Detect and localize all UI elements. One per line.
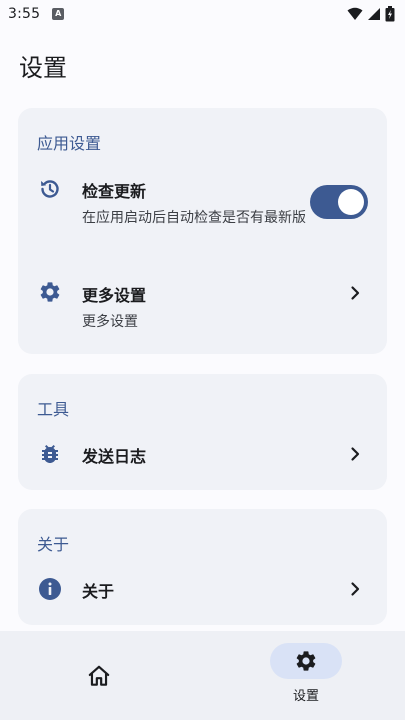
tools-header: 工具 xyxy=(37,400,70,419)
gear-icon xyxy=(296,651,316,671)
about-card: 关于 关于 xyxy=(18,509,387,625)
check-update-subtitle: 在应用启动后自动检查是否有最新版 xyxy=(82,210,306,226)
check-update-title: 检查更新 xyxy=(82,182,147,201)
tools-card: 工具 发送日志 xyxy=(18,374,387,490)
nav-settings-button[interactable] xyxy=(270,643,342,679)
send-log-title: 发送日志 xyxy=(82,447,147,466)
gear-icon xyxy=(40,282,60,302)
cellular-signal-icon xyxy=(368,8,380,20)
page-title: 设置 xyxy=(19,54,67,82)
send-log-row[interactable]: 发送日志 xyxy=(18,436,387,472)
status-time: 3:55 xyxy=(8,6,41,22)
bottom-navigation: 设置 xyxy=(0,631,405,720)
app-settings-header: 应用设置 xyxy=(37,134,102,153)
bug-icon xyxy=(42,445,58,463)
about-row[interactable]: 关于 xyxy=(18,571,387,607)
chevron-right-icon xyxy=(351,286,360,300)
chevron-right-icon xyxy=(351,582,360,596)
status-indicators xyxy=(347,6,395,22)
more-settings-title: 更多设置 xyxy=(82,286,147,305)
check-update-toggle[interactable] xyxy=(310,185,368,219)
chevron-right-icon xyxy=(351,447,360,461)
notification-a-icon: A xyxy=(52,8,65,20)
about-title: 关于 xyxy=(82,582,115,601)
more-settings-row[interactable]: 更多设置 更多设置 xyxy=(18,278,387,338)
app-settings-card: 应用设置 检查更新 在应用启动后自动检查是否有最新版 更多设置 更多设置 xyxy=(18,108,387,354)
home-icon[interactable] xyxy=(86,663,112,689)
status-bar: 3:55 A xyxy=(0,0,405,28)
nav-settings-label[interactable]: 设置 xyxy=(270,685,342,704)
check-update-row[interactable]: 检查更新 在应用启动后自动检查是否有最新版 xyxy=(18,170,387,260)
info-icon xyxy=(39,578,61,600)
about-header: 关于 xyxy=(37,535,70,554)
update-history-icon xyxy=(41,180,59,198)
more-settings-subtitle: 更多设置 xyxy=(82,314,138,330)
battery-icon xyxy=(385,6,395,22)
wifi-icon xyxy=(347,7,363,20)
toggle-knob xyxy=(338,189,364,215)
